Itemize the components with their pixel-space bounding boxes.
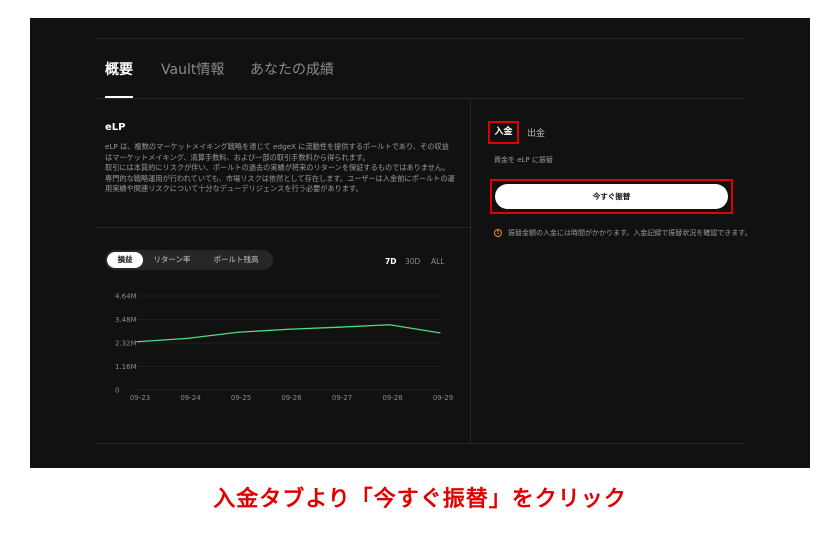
data-point bbox=[439, 332, 441, 334]
tab-your-performance[interactable]: あなたの成績 bbox=[250, 59, 334, 79]
data-point bbox=[186, 337, 189, 339]
y-tick-label: 4.64M bbox=[115, 293, 137, 301]
x-tick-label: 09-29 bbox=[433, 394, 453, 402]
warning-circle-icon: ! bbox=[494, 229, 502, 237]
column-divider bbox=[470, 99, 471, 443]
x-tick-label: 09-26 bbox=[281, 394, 302, 402]
y-tick-label: 2.32M bbox=[115, 340, 137, 348]
range-all[interactable]: ALL bbox=[431, 257, 445, 266]
vault-title: eLP bbox=[105, 122, 126, 133]
metric-tab-vault-balance[interactable]: ポールト残高 bbox=[201, 252, 271, 268]
pnl-chart: 0 1.16M 2.32M 3.48M 4.64M 09-23 09-24 09-25 09-2… bbox=[115, 293, 453, 403]
data-point bbox=[338, 326, 340, 328]
x-tick-label: 09-28 bbox=[382, 394, 402, 402]
y-tick-label: 0 bbox=[115, 387, 119, 395]
tabs-divider bbox=[96, 98, 746, 99]
y-tick-label: 3.48M bbox=[115, 316, 137, 324]
x-tick-label: 09-23 bbox=[130, 394, 150, 402]
data-point bbox=[388, 324, 391, 326]
tab-overview[interactable]: 概要 bbox=[105, 59, 133, 79]
range-30d[interactable]: 30D bbox=[405, 257, 420, 266]
notice-text: 振替金額の入金には時間がかかります。入金記録で振替状況を確認できます。 bbox=[508, 229, 752, 237]
transfer-now-button[interactable]: 今すぐ振替 bbox=[495, 184, 728, 209]
vault-description-paragraph-2: 取引には本質的にリスクが伴い、ポールトの過去の実績が将来のリターンを保証するもの… bbox=[105, 163, 455, 194]
x-tick-label: 09-25 bbox=[231, 394, 251, 402]
app-screen: 概要 Vault情報 あなたの成績 eLP eLP は、複数のマーケットメイキン… bbox=[30, 18, 810, 468]
tab-deposit[interactable]: 入金 bbox=[488, 121, 519, 144]
range-7d[interactable]: 7D bbox=[385, 257, 396, 266]
data-point bbox=[237, 331, 239, 333]
transfer-notice: ! 振替金額の入金には時間がかかります。入金記録で振替状況を確認できます。 bbox=[494, 228, 764, 239]
x-tick-label: 09-24 bbox=[180, 394, 201, 402]
top-divider bbox=[96, 38, 746, 39]
series-line bbox=[136, 324, 441, 343]
metric-tab-group: 損益 リターン率 ポールト残高 bbox=[105, 250, 273, 270]
description-divider bbox=[96, 227, 470, 228]
instruction-caption: 入金タブより「今すぐ振替」をクリック bbox=[213, 487, 627, 512]
tab-withdraw[interactable]: 出金 bbox=[527, 126, 545, 139]
vault-description-paragraph-1: eLP は、複数のマーケットメイキング戦略を通じて edgeX に流動性を提供す… bbox=[105, 142, 449, 162]
y-tick-label: 1.16M bbox=[115, 363, 137, 371]
data-point bbox=[287, 328, 290, 330]
tab-vault-info[interactable]: Vault情報 bbox=[161, 59, 224, 79]
deposit-note: 資金を eLP に振替 bbox=[494, 156, 553, 164]
vault-description: eLP は、複数のマーケットメイキング戦略を通じて edgeX に流動性を提供す… bbox=[105, 142, 455, 195]
metric-tab-return-rate[interactable]: リターン率 bbox=[145, 252, 199, 268]
metric-tab-pnl[interactable]: 損益 bbox=[107, 252, 143, 268]
bottom-divider bbox=[96, 443, 746, 444]
data-point bbox=[136, 341, 138, 343]
x-tick-label: 09-27 bbox=[332, 394, 352, 402]
